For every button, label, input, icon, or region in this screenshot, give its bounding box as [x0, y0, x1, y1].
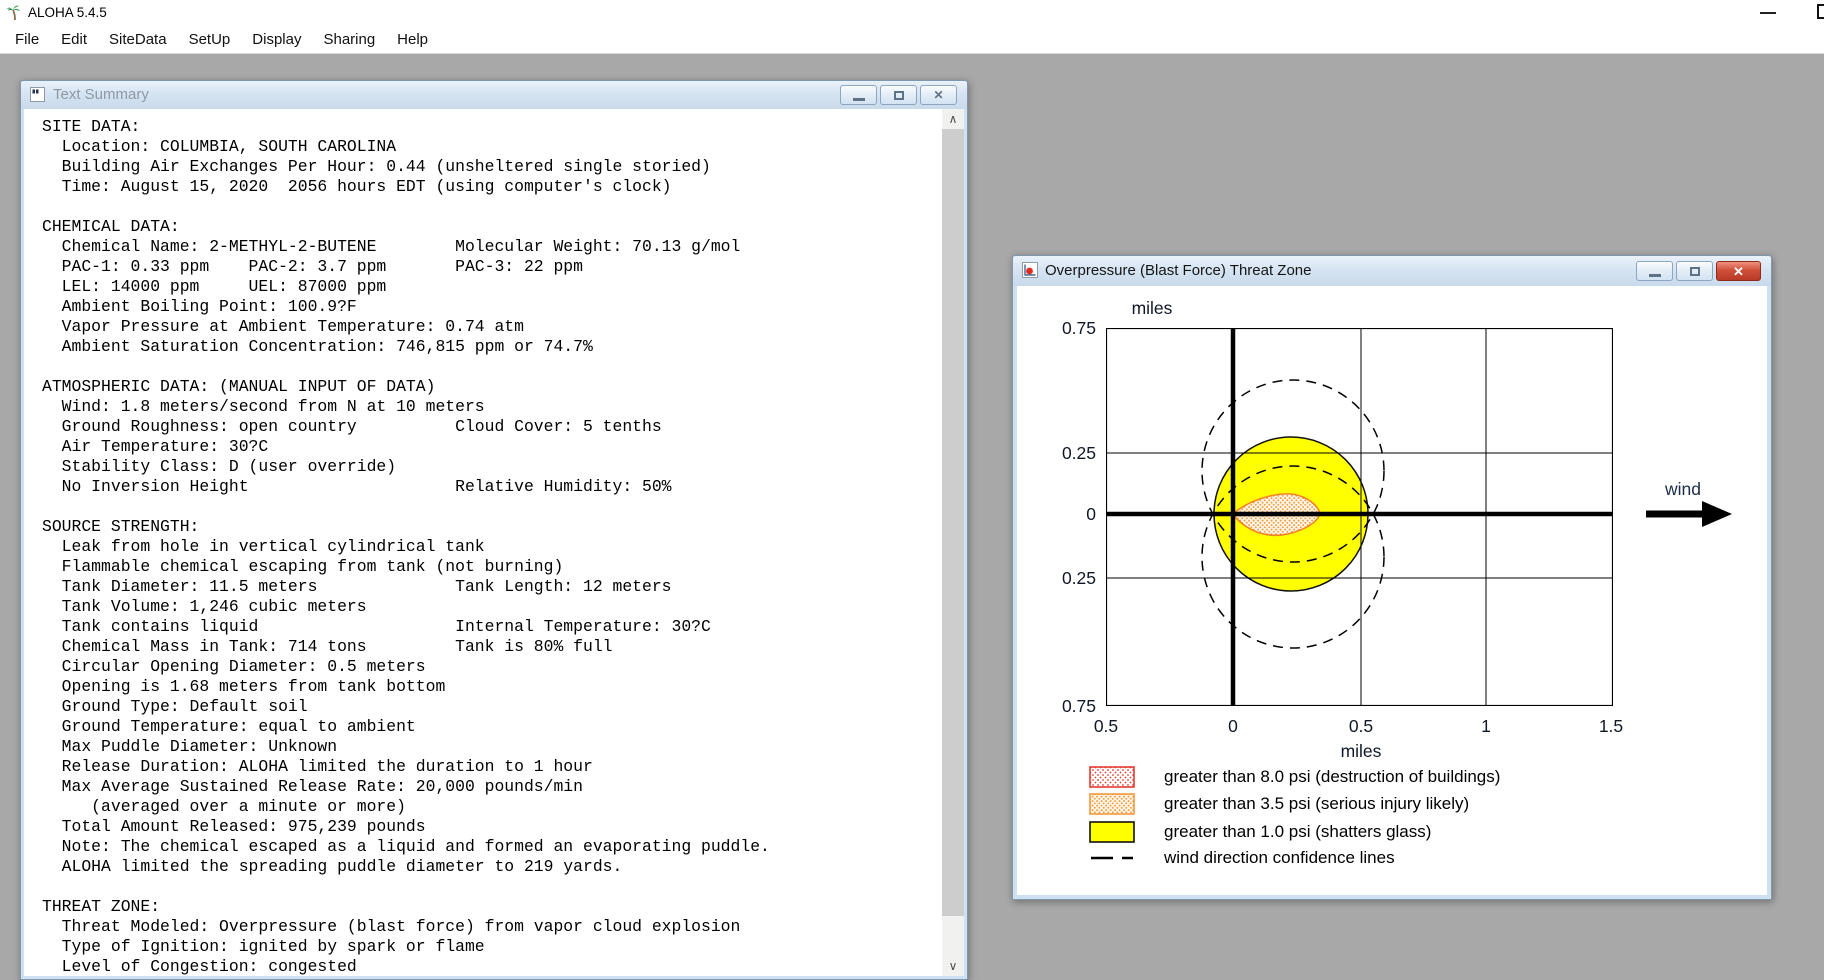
text-summary-titlebar[interactable]: Text Summary ✕	[21, 81, 967, 109]
x-tick-1: 1	[1481, 716, 1491, 736]
y-tick-0.75-bottom: 0.75	[1061, 696, 1096, 716]
threat-zone-chart-icon	[1022, 262, 1038, 283]
dashed-line-swatch-icon	[1091, 856, 1133, 860]
text-summary-window: Text Summary ✕ SITE DATA: Location: COLU…	[20, 80, 968, 980]
menu-edit[interactable]: Edit	[50, 26, 98, 54]
app-titlebar[interactable]: ALOHA 5.4.5	[0, 0, 1824, 26]
x-tick-0.5-right: 0.5	[1348, 716, 1374, 736]
x-tick-zero: 0	[1228, 716, 1238, 736]
text-summary-text: SITE DATA: Location: COLUMBIA, SOUTH CAR…	[42, 117, 770, 976]
red-dotted-swatch-icon	[1089, 766, 1135, 788]
legend-item-confidence-lines: wind direction confidence lines	[1089, 846, 1395, 870]
menu-sitedata[interactable]: SiteData	[98, 26, 178, 54]
menu-setup[interactable]: SetUp	[178, 26, 242, 54]
threat-zone-minimize-button[interactable]	[1636, 261, 1673, 281]
x-tick-1.5: 1.5	[1598, 716, 1624, 736]
app-maximize-button[interactable]	[1817, 4, 1824, 19]
y-tick-0.25-top: 0.25	[1061, 443, 1096, 463]
close-icon: ✕	[1733, 263, 1744, 279]
legend-item-8psi: greater than 8.0 psi (destruction of bui…	[1089, 765, 1500, 789]
legend-item-1psi: greater than 1.0 psi (shatters glass)	[1089, 820, 1431, 844]
threat-zone-plot-area: miles 0.75 0.25 0 0.25 0.75 0.5 0 0.5 1 …	[1017, 286, 1767, 895]
legend-label-3.5psi: greater than 3.5 psi (serious injury lik…	[1164, 794, 1470, 813]
threat-zone-titlebar[interactable]: Overpressure (Blast Force) Threat Zone ✕	[1013, 256, 1771, 286]
legend-label-confidence-lines: wind direction confidence lines	[1164, 848, 1395, 867]
text-summary-scrollbar[interactable]: ∧ ∨	[942, 109, 964, 976]
legend-label-1psi: greater than 1.0 psi (shatters glass)	[1164, 822, 1432, 841]
threat-zone-plot	[1106, 328, 1613, 706]
y-tick-0.75-top: 0.75	[1061, 318, 1096, 338]
menu-sharing[interactable]: Sharing	[312, 26, 386, 54]
threat-zone-window: Overpressure (Blast Force) Threat Zone ✕…	[1012, 255, 1772, 900]
text-summary-maximize-button[interactable]	[880, 85, 917, 105]
threat-zone-close-button[interactable]: ✕	[1716, 261, 1761, 281]
y-tick-0.25-bottom: 0.25	[1061, 568, 1096, 588]
wind-arrow-icon	[1646, 501, 1732, 527]
scroll-up-icon[interactable]: ∧	[942, 109, 964, 129]
text-summary-content-area: SITE DATA: Location: COLUMBIA, SOUTH CAR…	[24, 109, 964, 976]
text-summary-minimize-button[interactable]	[840, 85, 877, 105]
menu-display[interactable]: Display	[241, 26, 312, 54]
text-summary-icon	[30, 87, 45, 107]
legend-item-3.5psi: greater than 3.5 psi (serious injury lik…	[1089, 792, 1469, 816]
scroll-down-icon[interactable]: ∨	[942, 956, 964, 976]
yellow-swatch-icon	[1089, 821, 1135, 843]
maximize-icon	[1689, 266, 1700, 276]
text-summary-title: Text Summary	[53, 86, 149, 103]
aloha-palm-icon	[6, 4, 24, 27]
menu-help[interactable]: Help	[386, 26, 439, 54]
close-icon: ✕	[933, 88, 944, 102]
app-menubar: File Edit SiteData SetUp Display Sharing…	[0, 26, 1824, 54]
maximize-icon	[893, 90, 904, 100]
legend-label-8psi: greater than 8.0 psi (destruction of bui…	[1164, 767, 1501, 786]
menu-file[interactable]: File	[4, 26, 50, 54]
minimize-icon	[852, 98, 865, 101]
scrollbar-thumb[interactable]	[942, 129, 964, 916]
app-title: ALOHA 5.4.5	[28, 5, 107, 20]
app-minimize-button[interactable]	[1760, 12, 1776, 14]
y-axis-unit-label: miles	[1131, 298, 1173, 318]
threat-zone-title: Overpressure (Blast Force) Threat Zone	[1045, 262, 1312, 279]
wind-label: wind	[1665, 479, 1701, 499]
text-summary-close-button[interactable]: ✕	[920, 85, 957, 105]
x-axis-unit-label: miles	[1340, 741, 1382, 761]
threat-zone-maximize-button[interactable]	[1676, 261, 1713, 281]
minimize-icon	[1648, 274, 1661, 277]
x-tick-0.5-left: 0.5	[1093, 716, 1119, 736]
y-tick-zero: 0	[1086, 504, 1096, 524]
orange-dotted-swatch-icon	[1089, 793, 1135, 815]
